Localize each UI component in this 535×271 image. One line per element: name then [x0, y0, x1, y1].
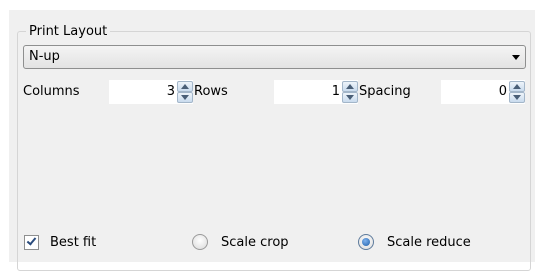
arrow-down-icon — [346, 95, 354, 100]
columns-label: Columns — [23, 84, 80, 99]
rows-value[interactable]: 1 — [332, 84, 340, 100]
spacing-decrement-button[interactable] — [509, 92, 525, 103]
layout-select[interactable]: N-up — [23, 45, 526, 69]
arrow-up-icon — [181, 84, 189, 89]
scale-reduce-radio[interactable] — [358, 234, 374, 250]
best-fit-label[interactable]: Best fit — [50, 235, 96, 251]
arrow-down-icon — [513, 95, 521, 100]
rows-spin-buttons — [342, 81, 358, 103]
spacing-stepper[interactable]: 0 — [441, 80, 525, 104]
rows-decrement-button[interactable] — [342, 92, 358, 103]
arrow-down-icon — [181, 95, 189, 100]
radio-selected-dot — [362, 238, 370, 246]
rows-label: Rows — [194, 84, 228, 99]
rows-increment-button[interactable] — [342, 81, 358, 92]
spacing-label: Spacing — [359, 84, 411, 99]
chevron-down-icon — [512, 55, 520, 60]
spacing-increment-button[interactable] — [509, 81, 525, 92]
columns-spin-buttons — [177, 81, 193, 103]
columns-value[interactable]: 3 — [167, 84, 175, 100]
best-fit-checkbox[interactable] — [24, 235, 39, 250]
rows-stepper[interactable]: 1 — [274, 80, 358, 104]
spacing-spin-buttons — [509, 81, 525, 103]
scale-crop-radio[interactable] — [192, 234, 208, 250]
group-title: Print Layout — [26, 24, 111, 40]
print-layout-panel: Print Layout N-up Columns 3 Rows 1 Spaci… — [9, 10, 535, 271]
columns-decrement-button[interactable] — [177, 92, 193, 103]
columns-stepper[interactable]: 3 — [109, 80, 193, 104]
spacing-value[interactable]: 0 — [499, 84, 507, 100]
checkmark-icon — [26, 235, 37, 246]
arrow-up-icon — [346, 84, 354, 89]
layout-select-value: N-up — [29, 49, 60, 64]
scale-reduce-label[interactable]: Scale reduce — [387, 235, 471, 251]
columns-increment-button[interactable] — [177, 81, 193, 92]
arrow-up-icon — [513, 84, 521, 89]
scale-crop-label[interactable]: Scale crop — [221, 235, 289, 251]
